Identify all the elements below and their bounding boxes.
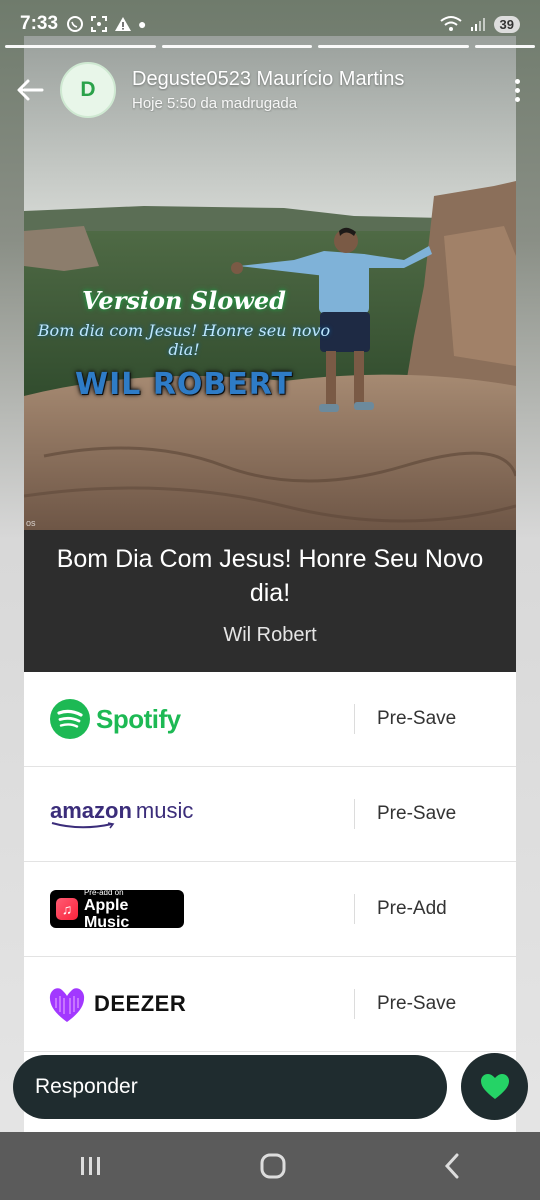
amazon-label: amazon — [50, 798, 132, 823]
service-row-apple-music[interactable]: ♫ Pre-add on Apple Music Pre-Add — [24, 862, 516, 957]
album-art-text: Version Slowed Bom dia com Jesus! Honre … — [24, 286, 344, 402]
heart-icon — [480, 1073, 509, 1099]
wifi-icon — [439, 16, 462, 31]
spotify-icon — [50, 699, 90, 739]
progress-segment — [474, 45, 536, 48]
reply-placeholder: Responder — [35, 1075, 138, 1098]
apple-music-badge: ♫ Pre-add on Apple Music — [50, 887, 184, 931]
status-bar: 7:33 ● 39 — [0, 0, 540, 48]
apple-music-icon: ♫ — [56, 898, 78, 920]
deezer-presave-button[interactable]: Pre-Save — [355, 993, 456, 1015]
whatsapp-icon — [67, 16, 84, 32]
deezer-icon — [49, 988, 85, 1022]
apple-badge-small-text: Pre-add on — [83, 887, 124, 897]
progress-segment — [318, 45, 469, 48]
recent-apps-icon[interactable] — [77, 1154, 105, 1178]
song-title: Bom Dia Com Jesus! Honre Seu Novo dia! — [56, 545, 484, 607]
avatar[interactable]: D — [60, 62, 116, 118]
service-row-spotify[interactable]: Spotify Pre-Save — [24, 672, 516, 767]
signal-icon — [470, 18, 485, 31]
art-subtitle: Bom dia com Jesus! Honre seu novo dia! — [37, 321, 331, 359]
amazon-music-label: music — [135, 798, 194, 823]
art-artist-logo: WIL ROBERT — [75, 367, 293, 402]
battery-indicator: 39 — [493, 15, 520, 33]
system-nav-bar — [0, 1132, 540, 1200]
service-row-amazon-music[interactable]: amazon music Pre-Save — [24, 767, 516, 862]
spotify-label: Spotify — [96, 703, 181, 734]
back-button[interactable] — [0, 78, 60, 102]
apple-music-label: Apple Music — [83, 896, 130, 931]
apple-preadd-button[interactable]: Pre-Add — [355, 898, 447, 920]
song-title-band: Bom Dia Com Jesus! Honre Seu Novo dia! W… — [24, 530, 516, 672]
spotify-presave-button[interactable]: Pre-Save — [355, 708, 456, 730]
dot-icon: ● — [138, 16, 147, 32]
more-options-button[interactable] — [502, 78, 532, 102]
story-header: D Deguste0523 Maurício Martins Hoje 5:50… — [0, 58, 540, 122]
art-version-label: Version Slowed — [82, 286, 286, 315]
arrow-left-icon — [17, 79, 44, 101]
amazon-music-icon — [51, 822, 115, 829]
progress-segment — [5, 45, 156, 48]
deezer-label: DEEZER — [94, 991, 187, 1016]
back-nav-icon[interactable] — [441, 1153, 463, 1179]
progress-segment — [161, 45, 313, 48]
artist-name: Wil Robert — [223, 624, 317, 646]
amazon-presave-button[interactable]: Pre-Save — [355, 803, 456, 825]
service-row-deezer[interactable]: DEEZER Pre-Save — [24, 957, 516, 1052]
story-card[interactable]: os Version Slowed Bom dia com Jesus! Hon… — [24, 36, 516, 1136]
status-time: 7:33 — [20, 13, 59, 34]
alert-icon — [115, 17, 132, 31]
home-icon[interactable] — [259, 1152, 287, 1180]
like-button[interactable] — [461, 1053, 528, 1120]
story-timestamp: Hoje 5:50 da madrugada — [132, 95, 298, 112]
contact-name: Deguste0523 Maurício Martins — [132, 68, 405, 90]
svg-text:os: os — [26, 518, 36, 528]
service-list: Spotify Pre-Save amazon music Pre-Save ♫… — [24, 672, 516, 1052]
reply-input[interactable]: Responder — [13, 1055, 447, 1119]
story-progress — [5, 45, 536, 48]
screenshot-icon — [91, 16, 108, 32]
